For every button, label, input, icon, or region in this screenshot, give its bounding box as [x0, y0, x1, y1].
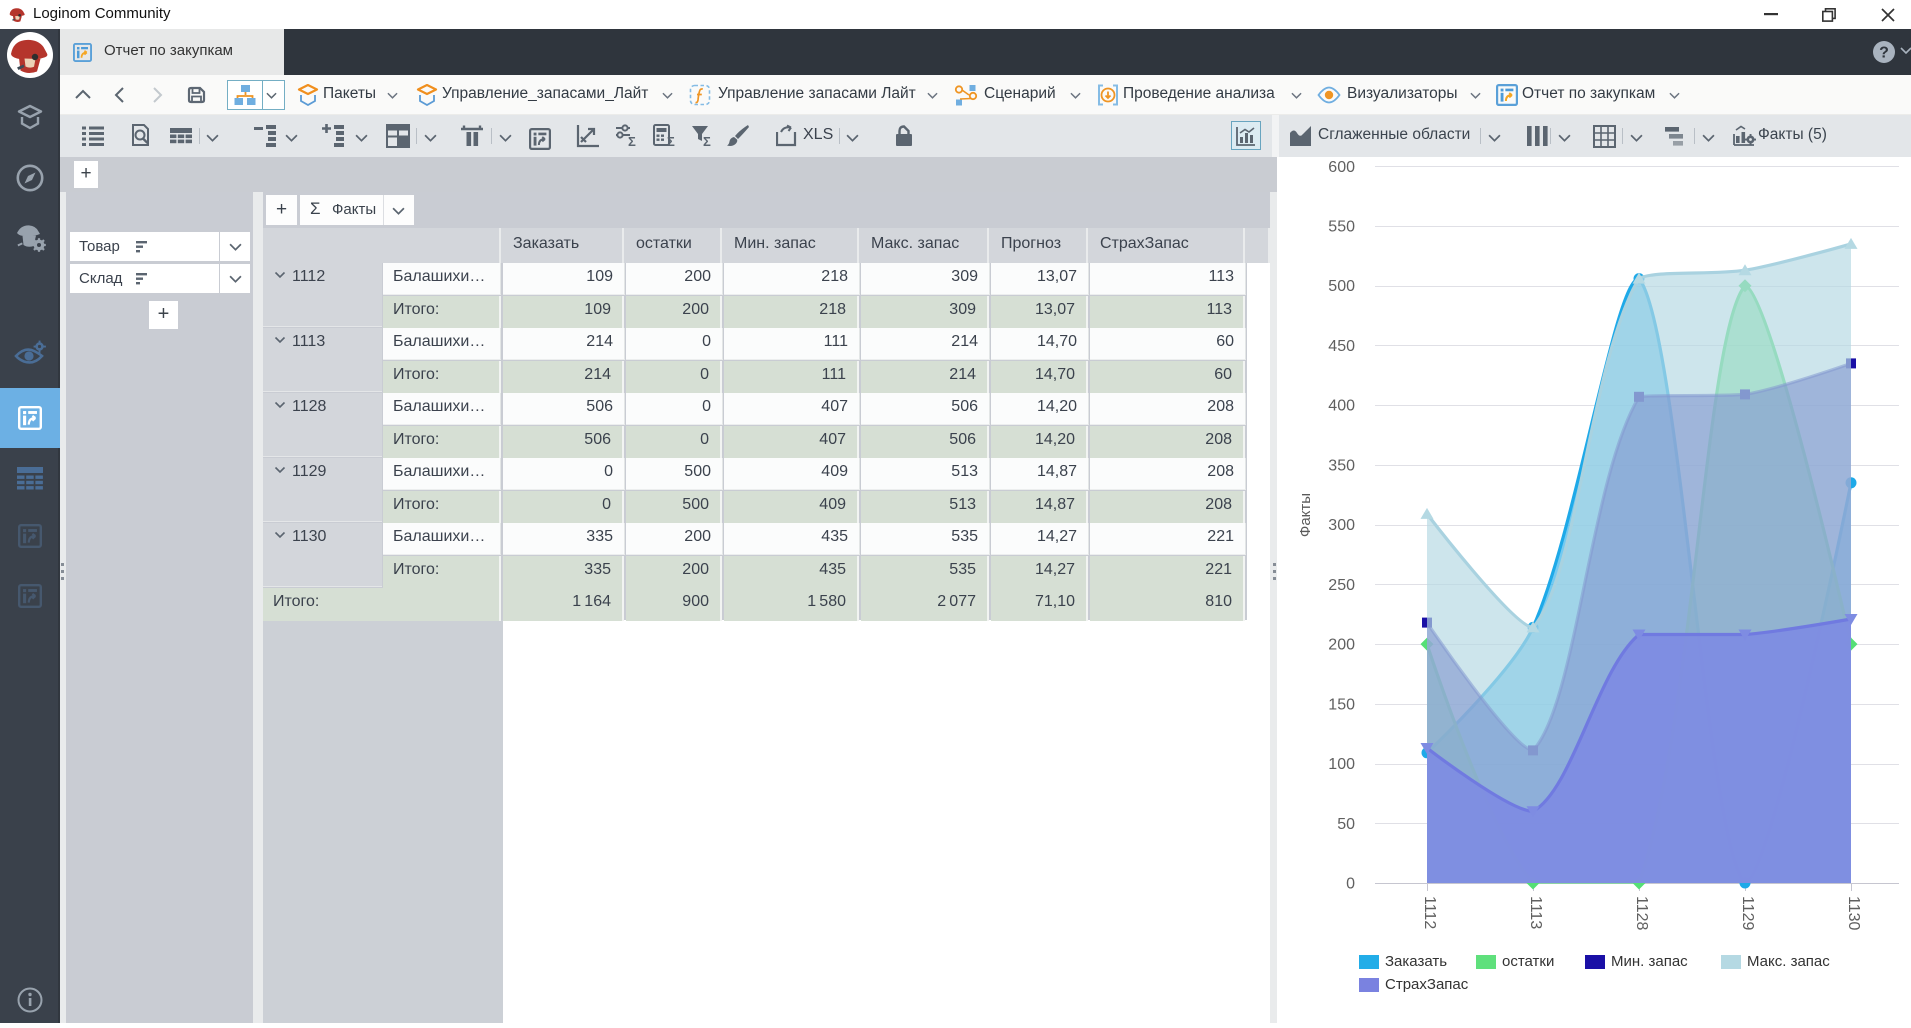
svg-text:550: 550 [1328, 219, 1355, 236]
svg-text:500: 500 [1328, 278, 1355, 295]
svg-text:200: 200 [1328, 637, 1355, 654]
svg-text:50: 50 [1337, 816, 1355, 833]
svg-text:1129: 1129 [1739, 896, 1756, 931]
svg-text:0: 0 [1346, 876, 1355, 893]
svg-text:300: 300 [1328, 517, 1355, 534]
svg-text:1112: 1112 [1421, 896, 1438, 929]
svg-text:Σ: Σ [667, 134, 675, 148]
svg-text:Σ: Σ [628, 134, 636, 148]
svg-text:1130: 1130 [1845, 896, 1862, 931]
svg-text:150: 150 [1328, 696, 1355, 713]
svg-text:450: 450 [1328, 338, 1355, 355]
svg-text:400: 400 [1328, 398, 1355, 415]
svg-text:100: 100 [1328, 756, 1355, 773]
svg-text:250: 250 [1328, 577, 1355, 594]
svg-text:Факты: Факты [1297, 493, 1314, 537]
svg-text:Σ: Σ [703, 134, 711, 148]
svg-text:350: 350 [1328, 457, 1355, 474]
svg-text:1113: 1113 [1527, 896, 1544, 929]
svg-text:?: ? [1879, 45, 1889, 62]
svg-text:600: 600 [1328, 159, 1355, 176]
svg-text:1128: 1128 [1633, 896, 1650, 931]
